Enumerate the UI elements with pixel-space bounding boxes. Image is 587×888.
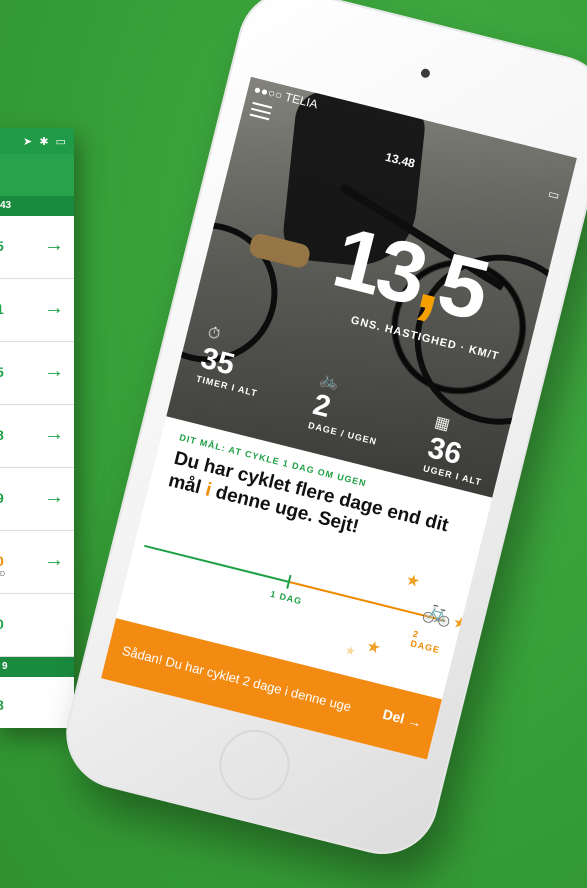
back-list-item[interactable]: 0 — [0, 594, 74, 657]
goal-marker-label: 1 DAG — [269, 588, 304, 607]
progress-end-label: 2 DAGE — [409, 628, 441, 656]
back-list-item[interactable]: 0 D → — [0, 531, 74, 594]
star-icon: ★ — [343, 642, 358, 659]
back-list-item[interactable]: 5 → — [0, 216, 74, 279]
back-row-value: 0 — [0, 553, 4, 569]
bike-icon: 🚲 — [420, 595, 456, 630]
back-row-value: 5 — [0, 238, 4, 254]
back-status-bar: ➤ ✱ ▭ — [0, 128, 74, 154]
back-list-item[interactable]: 8 → — [0, 405, 74, 468]
stat-total-weeks: ▦ 36 UGER I ALT — [422, 412, 495, 488]
star-icon: ★ — [403, 571, 422, 592]
back-row-sub: D — [0, 571, 6, 578]
back-list-item[interactable]: 9 → — [0, 468, 74, 531]
back-row-value: 0 — [0, 616, 4, 632]
arrow-right-icon[interactable]: → — [44, 486, 64, 509]
arrow-right-icon[interactable]: → — [44, 234, 64, 257]
stat-days-per-week: 🚲 2 DAGE / UGEN — [307, 369, 391, 447]
back-row-value: 8 — [0, 697, 4, 713]
arrow-right-icon[interactable]: → — [44, 297, 64, 320]
progress-track-achieved — [144, 544, 291, 584]
back-row-value: 1 — [0, 301, 4, 317]
back-header — [0, 154, 74, 196]
back-row-value: 5 — [0, 364, 4, 380]
arrow-right-icon[interactable]: → — [44, 549, 64, 572]
back-week-header: 9 — [0, 657, 74, 677]
back-status-icons: ➤ ✱ ▭ — [23, 136, 68, 148]
back-week-header: 43 — [0, 196, 74, 216]
back-list-item[interactable]: 5 → — [0, 342, 74, 405]
back-list-item[interactable]: 1 → — [0, 279, 74, 342]
arrow-right-icon[interactable]: → — [44, 360, 64, 383]
back-list-item[interactable]: 8 — [0, 677, 74, 728]
arrow-right-icon[interactable]: → — [44, 423, 64, 446]
back-phone: ➤ ✱ ▭ 43 5 → 1 → 5 → 8 → 9 → 0 D → 0 9 8 — [0, 128, 74, 728]
back-row-value: 8 — [0, 427, 4, 443]
star-icon: ★ — [364, 637, 383, 658]
share-button[interactable]: Del → — [381, 706, 423, 731]
back-row-value: 9 — [0, 490, 4, 506]
